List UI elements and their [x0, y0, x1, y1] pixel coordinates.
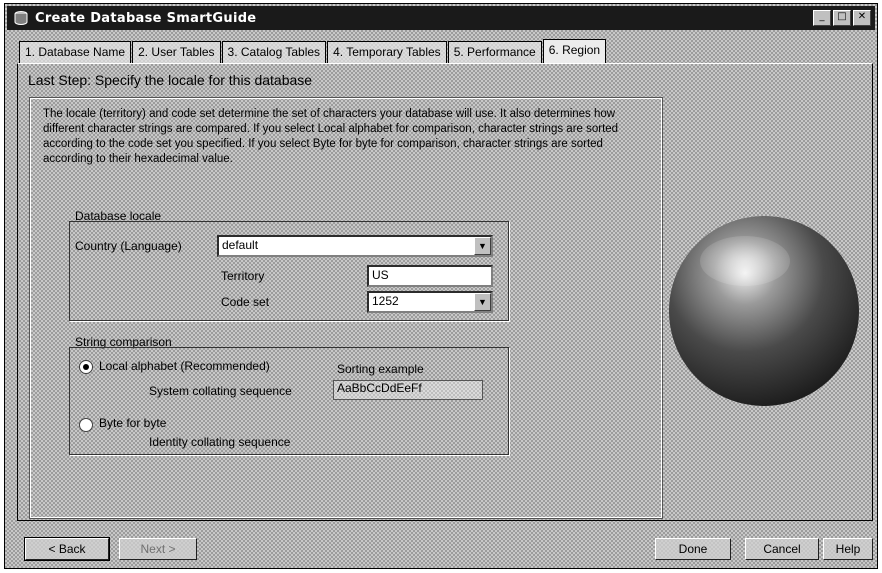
close-button[interactable]: ✕	[853, 10, 871, 26]
globe-highlight	[700, 236, 790, 286]
help-button[interactable]: Help	[823, 538, 873, 560]
system-collating-label: System collating sequence	[149, 384, 292, 398]
tab-region[interactable]: 6. Region	[542, 39, 607, 63]
territory-value: US	[372, 268, 389, 282]
tab-temporary-tables[interactable]: 4. Temporary Tables	[327, 41, 447, 63]
territory-field[interactable]: US	[367, 265, 493, 287]
code-set-label: Code set	[221, 295, 270, 309]
title-bar[interactable]: Create Database SmartGuide _ □ ✕	[7, 6, 875, 30]
maximize-button[interactable]: □	[833, 10, 851, 26]
byte-for-byte-label[interactable]: Byte for byte	[99, 416, 166, 430]
byte-for-byte-radio[interactable]	[79, 418, 93, 432]
next-button[interactable]: Next >	[119, 538, 197, 560]
tab-strip: 1. Database Name 2. User Tables 3. Catal…	[19, 39, 607, 63]
country-language-value: default	[222, 238, 259, 252]
tab-performance[interactable]: 5. Performance	[447, 41, 542, 63]
country-language-label: Country (Language)	[75, 239, 182, 253]
country-language-dropdown[interactable]: default ▼	[217, 235, 493, 257]
local-alphabet-label[interactable]: Local alphabet (Recommended)	[99, 359, 270, 373]
locale-group: The locale (territory) and code set dete…	[29, 97, 663, 519]
locale-description: The locale (territory) and code set dete…	[43, 108, 619, 165]
smartguide-window: Create Database SmartGuide _ □ ✕ 1. Data…	[4, 3, 878, 569]
window-title: Create Database SmartGuide	[35, 10, 257, 26]
system-collating-value: AaBbCcDdEeFf	[337, 381, 422, 395]
chevron-down-icon[interactable]: ▼	[474, 237, 491, 255]
minimize-button[interactable]: _	[813, 10, 831, 26]
tab-catalog-tables[interactable]: 3. Catalog Tables	[221, 41, 327, 63]
code-set-dropdown[interactable]: 1252 ▼	[367, 291, 493, 313]
sorting-example-label: Sorting example	[337, 362, 424, 376]
local-alphabet-radio[interactable]	[79, 360, 93, 374]
back-button[interactable]: < Back	[24, 537, 110, 561]
chevron-down-icon[interactable]: ▼	[474, 293, 491, 311]
database-app-icon	[14, 11, 28, 25]
system-collating-example: AaBbCcDdEeFf	[333, 380, 483, 400]
cancel-button[interactable]: Cancel	[745, 538, 819, 560]
code-set-value: 1252	[372, 294, 399, 308]
tab-database-name[interactable]: 1. Database Name	[19, 41, 132, 63]
page-heading: Last Step: Specify the locale for this d…	[28, 72, 313, 88]
identity-collating-label: Identity collating sequence	[149, 435, 291, 449]
radio-selected-dot	[83, 364, 89, 370]
tab-user-tables[interactable]: 2. User Tables	[132, 41, 221, 63]
done-button[interactable]: Done	[655, 538, 731, 560]
territory-label: Territory	[221, 269, 265, 283]
